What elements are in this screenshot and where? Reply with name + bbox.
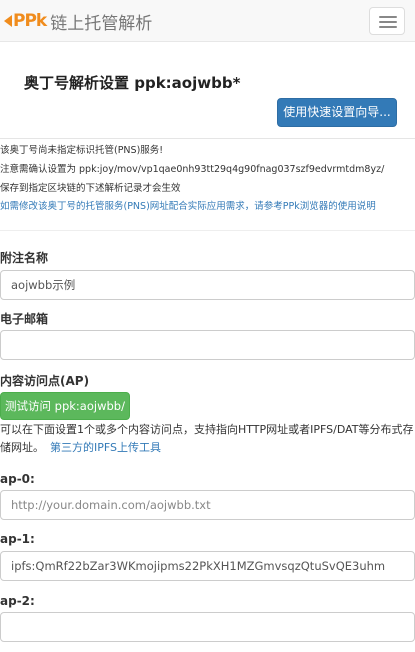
logo: PPk xyxy=(13,11,47,31)
hamburger-icon xyxy=(379,16,397,18)
ap-description: 可以在下面设置1个或多个内容访问点，支持指向HTTP网址或者IPFS/DAT等分… xyxy=(0,421,415,457)
ap2-input[interactable] xyxy=(0,612,415,642)
ap-section-label: 内容访问点(AP) xyxy=(0,374,90,388)
ap1-label: ap-1: xyxy=(0,532,35,546)
ap1-input[interactable]: ipfs:QmRf22bZar3WKmojipms22PkXH1MZGmvsqz… xyxy=(0,551,415,581)
note-label: 附注名称 xyxy=(0,251,49,265)
brand-title: 链上托管解析 xyxy=(50,13,153,34)
ap2-label: ap-2: xyxy=(0,594,35,608)
email-label: 电子邮箱 xyxy=(0,312,49,326)
navbar: PPk 链上托管解析 xyxy=(0,0,415,42)
pns-help-link[interactable]: 如需修改该奥丁号的托管服务(PNS)网址配合实际应用需求，请参考PPk浏览器的使… xyxy=(0,198,376,212)
hamburger-icon-bar xyxy=(379,21,397,23)
email-input[interactable] xyxy=(0,330,415,360)
menu-toggle-button[interactable] xyxy=(369,7,405,35)
ap0-input[interactable]: http://your.domain.com/aojwbb.txt xyxy=(0,490,415,520)
logo-arrow-icon xyxy=(4,15,12,27)
pns-confirm-text: 注意需确认设置为 ppk:joy/mov/vp1qae0nh93tt29q4g9… xyxy=(0,164,385,175)
test-access-button[interactable]: 测试访问 ppk:aojwbb/ xyxy=(0,392,130,420)
ap0-label: ap-0: xyxy=(0,472,35,486)
hamburger-icon-bar xyxy=(379,26,397,28)
quick-setup-wizard-button[interactable]: 使用快速设置向导... xyxy=(277,98,397,127)
pns-warning-text: 该奥丁号尚未指定标识托管(PNS)服务! xyxy=(0,145,164,156)
note-input[interactable]: aojwbb示例 xyxy=(0,270,415,300)
page-title: 奥丁号解析设置 ppk:aojwbb* xyxy=(24,74,241,92)
pns-save-text: 保存到指定区块链的下述解析记录才会生效 xyxy=(0,183,181,194)
brand[interactable]: PPk 链上托管解析 xyxy=(4,9,153,34)
divider xyxy=(0,138,415,139)
ipfs-upload-tool-link[interactable]: 第三方的IPFS上传工具 xyxy=(50,441,161,454)
divider xyxy=(0,230,415,231)
